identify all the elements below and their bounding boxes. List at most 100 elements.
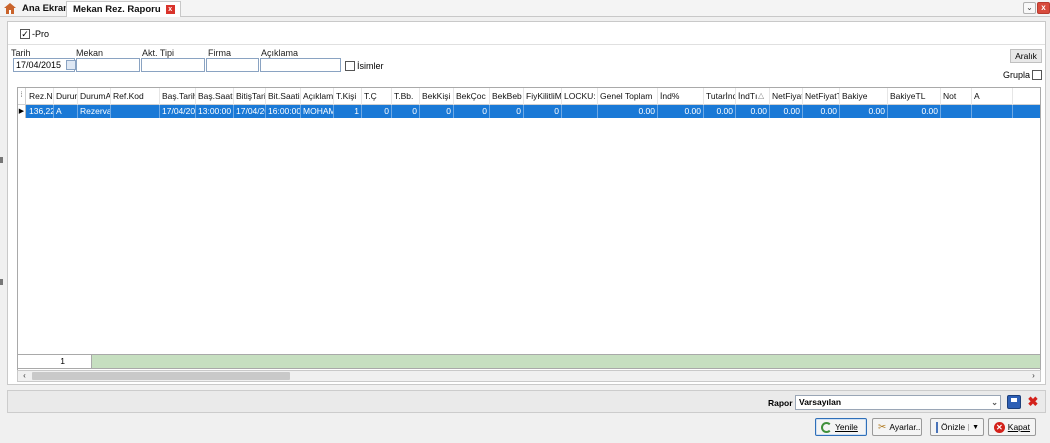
column-header[interactable]: A	[972, 88, 1013, 105]
akt-tipi-field[interactable]	[141, 58, 205, 72]
table-cell[interactable]: 0	[420, 105, 454, 118]
table-cell[interactable]	[941, 105, 972, 118]
column-header[interactable]: İnd%	[658, 88, 704, 105]
column-header[interactable]: DurumAçıklama	[78, 88, 111, 105]
column-header[interactable]: İndTı	[736, 88, 770, 105]
column-header[interactable]: BekKişi	[420, 88, 454, 105]
report-panel: ✓ -Pro Tarih Mekan Akt. Tipi Firma Açıkl…	[7, 21, 1046, 385]
pro-checkbox-row[interactable]: ✓ -Pro	[20, 29, 49, 39]
column-header[interactable]: BekÇoc	[454, 88, 490, 105]
window-close-button[interactable]: x	[1037, 2, 1050, 14]
column-header[interactable]: T.Ç	[362, 88, 392, 105]
column-header[interactable]: FiyKilitliMi	[524, 88, 562, 105]
table-row[interactable]: ▶ 136,228ARezervasyon17/04/201513:00:001…	[18, 105, 1040, 118]
onizle-button[interactable]: Önizle ▼	[930, 418, 984, 436]
kapat-button[interactable]: ✕ Kapat	[988, 418, 1036, 436]
yenile-button[interactable]: Yenile	[815, 418, 867, 436]
table-cell[interactable]	[562, 105, 598, 118]
table-cell[interactable]: 0.00	[736, 105, 770, 118]
column-header[interactable]: Not	[941, 88, 972, 105]
firma-field[interactable]	[206, 58, 259, 72]
scroll-left-icon[interactable]: ‹	[19, 371, 30, 381]
table-cell[interactable]: 0	[362, 105, 392, 118]
isimler-label: İsimler	[357, 61, 384, 71]
table-cell[interactable]: 1	[334, 105, 362, 118]
report-settings-bar: Rapor Varsayılan ⌄ ✖	[7, 390, 1046, 413]
column-header[interactable]: LOCKU:	[562, 88, 598, 105]
tarih-field[interactable]: 17/04/2015	[13, 58, 76, 72]
close-tab-icon[interactable]: x	[165, 5, 175, 14]
tools-icon: ✂	[878, 421, 887, 433]
delete-icon[interactable]: ✖	[1026, 395, 1040, 409]
table-cell[interactable]: 0.00	[840, 105, 888, 118]
pro-checkbox[interactable]: ✓	[20, 29, 30, 39]
sort-indicator-icon: △	[758, 91, 765, 100]
column-header[interactable]: Açıklam	[301, 88, 334, 105]
table-cell[interactable]: 13:00:00	[196, 105, 234, 118]
home-icon	[4, 3, 16, 14]
table-cell[interactable]: 17/04/2015	[160, 105, 196, 118]
table-cell[interactable]: 0	[392, 105, 420, 118]
column-header[interactable]: T.Bb.	[392, 88, 420, 105]
save-icon[interactable]	[1007, 395, 1021, 409]
column-header[interactable]: Rez.No	[27, 88, 54, 105]
ayarlar-button[interactable]: ✂ Ayarlar..	[872, 418, 922, 436]
column-header[interactable]: BekBeb	[490, 88, 524, 105]
scroll-right-icon[interactable]: ›	[1028, 371, 1039, 381]
table-cell[interactable]: 0.00	[704, 105, 736, 118]
column-header[interactable]: Tutarİnd	[704, 88, 736, 105]
table-cell[interactable]: Rezervasyon	[78, 105, 111, 118]
table-cell[interactable]: 0.00	[598, 105, 658, 118]
column-header[interactable]: Durum	[54, 88, 78, 105]
column-header[interactable]: Baş.Saati	[196, 88, 234, 105]
table-cell[interactable]: MOHAMI	[301, 105, 334, 118]
table-cell[interactable]	[972, 105, 1013, 118]
report-grid[interactable]: ⁞ Rez.NoDurumDurumAçıklamaRef.KodBaş.Tar…	[17, 87, 1041, 372]
mekan-field[interactable]	[76, 58, 140, 72]
table-cell[interactable]: 0	[454, 105, 490, 118]
table-cell[interactable]: 136,228	[27, 105, 54, 118]
table-cell[interactable]: 0.00	[803, 105, 840, 118]
tab-ana-ekran[interactable]: Ana Ekran	[4, 1, 69, 16]
aralik-button[interactable]: Aralık	[1010, 49, 1042, 63]
rapor-value: Varsayılan	[799, 397, 842, 407]
scroll-thumb[interactable]	[32, 372, 290, 380]
table-cell[interactable]: 0	[490, 105, 524, 118]
table-cell[interactable]: 0.00	[770, 105, 803, 118]
left-edge-marker	[0, 157, 3, 163]
table-cell[interactable]: 0.00	[658, 105, 704, 118]
column-chooser-icon[interactable]: ⁞	[18, 88, 26, 105]
table-cell[interactable]	[111, 105, 160, 118]
grupla-checkbox-row[interactable]: Grupla	[1003, 70, 1043, 80]
column-header[interactable]: Bakiye	[840, 88, 888, 105]
table-cell[interactable]: 16:00:00	[266, 105, 301, 118]
column-header[interactable]: Bit.Saati	[266, 88, 301, 105]
column-header[interactable]: Ref.Kod	[111, 88, 160, 105]
pro-label: -Pro	[32, 29, 50, 39]
column-header[interactable]: Baş.Tarihi	[160, 88, 196, 105]
column-header[interactable]: NetFiyatTL	[803, 88, 840, 105]
column-header[interactable]: BitişTarihi	[234, 88, 266, 105]
calendar-icon[interactable]	[66, 60, 76, 70]
column-header[interactable]: Genel Toplam	[598, 88, 658, 105]
rapor-select[interactable]: Varsayılan ⌄	[795, 395, 1001, 410]
grupla-checkbox[interactable]	[1032, 70, 1043, 80]
grid-header: ⁞ Rez.NoDurumDurumAçıklamaRef.KodBaş.Tar…	[18, 88, 1040, 105]
onizle-label: Önizle	[941, 422, 966, 432]
tab-mekan-rez-raporu[interactable]: Mekan Rez. Raporu x	[66, 1, 181, 17]
isimler-checkbox[interactable]	[345, 61, 355, 71]
table-cell[interactable]: 0	[524, 105, 562, 118]
isimler-checkbox-row[interactable]: İsimler	[345, 61, 384, 71]
chevron-down-icon[interactable]: ▼	[968, 423, 979, 431]
aciklama-field[interactable]	[260, 58, 341, 72]
column-header[interactable]: BakiyeTL	[888, 88, 941, 105]
close-icon: ✕	[994, 421, 1005, 433]
column-header[interactable]: T.Kişi	[334, 88, 362, 105]
horizontal-scrollbar[interactable]: ‹ ›	[17, 370, 1041, 382]
table-cell[interactable]: A	[54, 105, 78, 118]
row-count: 1	[18, 355, 92, 368]
column-header[interactable]: NetFiyat	[770, 88, 803, 105]
minimize-button[interactable]: ⌄	[1023, 2, 1036, 14]
table-cell[interactable]: 0.00	[888, 105, 941, 118]
table-cell[interactable]: 17/04/2015	[234, 105, 266, 118]
